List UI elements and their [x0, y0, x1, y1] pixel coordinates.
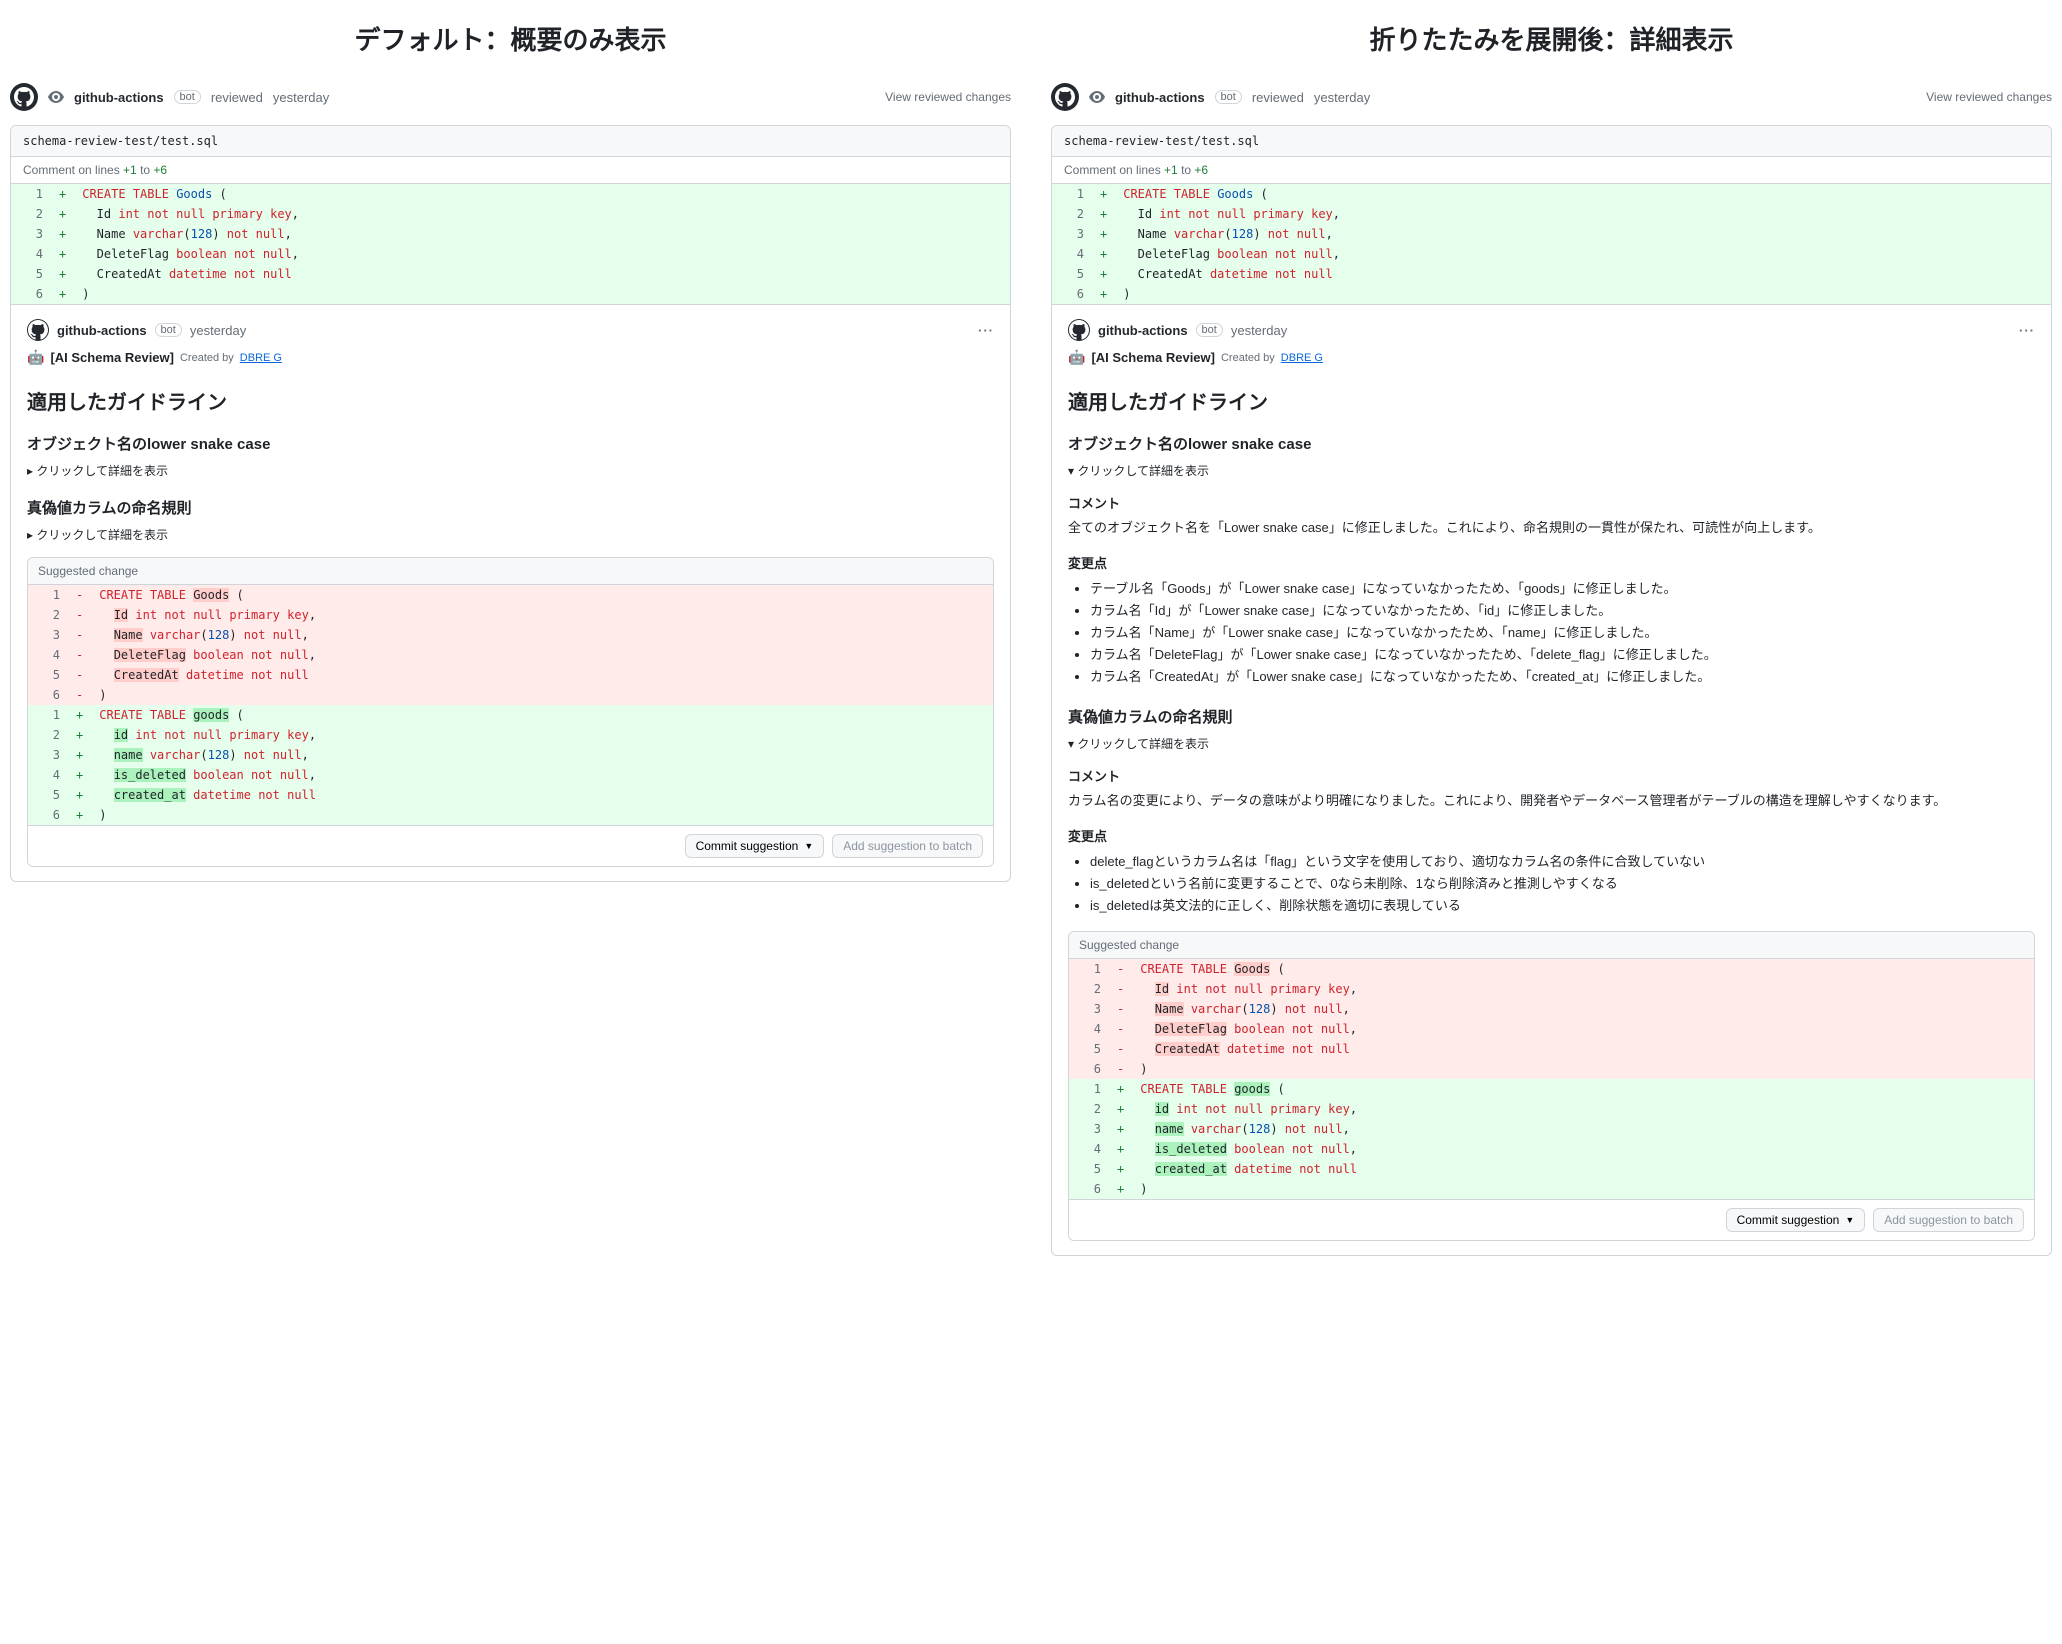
rule1-bullets: テーブル名「Goods」が「Lower snake case」になっていなかった…: [1068, 578, 2035, 688]
line-range: Comment on lines +1 to +6: [1052, 157, 2051, 184]
kebab-menu-icon[interactable]: ···: [2019, 323, 2035, 338]
list-item: delete_flagというカラム名は「flag」という文字を使用しており、適切…: [1090, 851, 2035, 873]
rule1-comment: 全てのオブジェクト名を「Lower snake case」に修正しました。これに…: [1068, 518, 2035, 539]
rule2-heading: 真偽値カラムの命名規則: [27, 497, 994, 518]
list-item: is_deletedという名前に変更することで、0なら未削除、1なら削除済みと推…: [1090, 873, 2035, 895]
review-header: github-actions bot reviewed yesterday Vi…: [10, 77, 1011, 117]
comment-actor[interactable]: github-actions: [1098, 323, 1188, 338]
rule2-heading: 真偽値カラムの命名規則: [1068, 706, 2035, 727]
rule1-heading: オブジェクト名のlower snake case: [27, 433, 994, 454]
github-avatar-icon: [27, 319, 49, 341]
review-time: yesterday: [273, 90, 329, 105]
comment-subheading: コメント: [1068, 493, 2035, 512]
file-path[interactable]: schema-review-test/test.sql: [1052, 126, 2051, 157]
robot-icon: 🤖: [1068, 349, 1085, 366]
caret-down-icon: ▼: [804, 841, 813, 851]
list-item: カラム名「Name」が「Lower snake case」になっていなかったため…: [1090, 622, 2035, 644]
eye-icon: [48, 89, 64, 105]
disclosure-rule2[interactable]: クリックして詳細を表示: [27, 526, 994, 543]
commit-suggestion-button[interactable]: Commit suggestion▼: [1726, 1208, 1866, 1232]
github-avatar-icon: [10, 83, 38, 111]
review-comment: github-actions bot yesterday ··· 🤖 [AI S…: [11, 304, 1010, 881]
suggest-diff: 1-CREATE TABLE Goods (2- Id int not null…: [1069, 959, 2034, 1199]
rule2-comment: カラム名の変更により、データの意味がより明確になりました。これにより、開発者やデ…: [1068, 791, 2035, 812]
view-changes-link[interactable]: View reviewed changes: [885, 90, 1011, 104]
eye-icon: [1089, 89, 1105, 105]
caret-down-icon: ▼: [1845, 1215, 1854, 1225]
review-title: [AI Schema Review]: [1091, 350, 1215, 365]
original-diff: 1+CREATE TABLE Goods (2+ Id int not null…: [1052, 184, 2051, 304]
file-box: schema-review-test/test.sql Comment on l…: [1051, 125, 2052, 1256]
changes-subheading: 変更点: [1068, 826, 2035, 845]
list-item: カラム名「DeleteFlag」が「Lower snake case」になってい…: [1090, 644, 2035, 666]
bot-badge: bot: [1196, 323, 1223, 337]
right-panel: 折りたたみを展開後：詳細表示 github-actions bot review…: [1051, 20, 2052, 1256]
suggested-change-box: Suggested change 1-CREATE TABLE Goods (2…: [1068, 931, 2035, 1241]
github-avatar-icon: [1051, 83, 1079, 111]
comment-subheading: コメント: [1068, 766, 2035, 785]
add-to-batch-button[interactable]: Add suggestion to batch: [1873, 1208, 2024, 1232]
comment-time: yesterday: [190, 323, 246, 338]
suggest-diff: 1-CREATE TABLE Goods (2- Id int not null…: [28, 585, 993, 825]
add-to-batch-button[interactable]: Add suggestion to batch: [832, 834, 983, 858]
actor-name[interactable]: github-actions: [1115, 90, 1205, 105]
bot-badge: bot: [155, 323, 182, 337]
comment-actor[interactable]: github-actions: [57, 323, 147, 338]
changes-subheading: 変更点: [1068, 553, 2035, 572]
file-path[interactable]: schema-review-test/test.sql: [11, 126, 1010, 157]
robot-icon: 🤖: [27, 349, 44, 366]
review-comment: github-actions bot yesterday ··· 🤖 [AI S…: [1052, 304, 2051, 1255]
created-by-link[interactable]: DBRE G: [240, 352, 282, 364]
rule1-heading: オブジェクト名のlower snake case: [1068, 433, 2035, 454]
suggested-change-label: Suggested change: [28, 558, 993, 585]
line-range: Comment on lines +1 to +6: [11, 157, 1010, 184]
created-by-link[interactable]: DBRE G: [1281, 352, 1323, 364]
comment-time: yesterday: [1231, 323, 1287, 338]
kebab-menu-icon[interactable]: ···: [978, 323, 994, 338]
list-item: カラム名「CreatedAt」が「Lower snake case」になっていな…: [1090, 666, 2035, 688]
original-diff: 1+CREATE TABLE Goods (2+ Id int not null…: [11, 184, 1010, 304]
review-header: github-actions bot reviewed yesterday Vi…: [1051, 77, 2052, 117]
review-action: reviewed: [211, 90, 263, 105]
file-box: schema-review-test/test.sql Comment on l…: [10, 125, 1011, 882]
created-by-label: Created by: [1221, 352, 1275, 364]
applied-guidelines-heading: 適用したガイドライン: [27, 386, 994, 415]
list-item: is_deletedは英文法的に正しく、削除状態を適切に表現している: [1090, 895, 2035, 917]
list-item: テーブル名「Goods」が「Lower snake case」になっていなかった…: [1090, 578, 2035, 600]
view-changes-link[interactable]: View reviewed changes: [1926, 90, 2052, 104]
created-by-label: Created by: [180, 352, 234, 364]
commit-suggestion-button[interactable]: Commit suggestion▼: [685, 834, 825, 858]
review-action: reviewed: [1252, 90, 1304, 105]
left-panel: デフォルト：概要のみ表示 github-actions bot reviewed…: [10, 20, 1011, 1256]
applied-guidelines-heading: 適用したガイドライン: [1068, 386, 2035, 415]
left-title: デフォルト：概要のみ表示: [10, 20, 1011, 57]
suggested-change-label: Suggested change: [1069, 932, 2034, 959]
github-avatar-icon: [1068, 319, 1090, 341]
review-title: [AI Schema Review]: [50, 350, 174, 365]
bot-badge: bot: [1215, 90, 1242, 104]
bot-badge: bot: [174, 90, 201, 104]
list-item: カラム名「Id」が「Lower snake case」になっていなかったため、「…: [1090, 600, 2035, 622]
actor-name[interactable]: github-actions: [74, 90, 164, 105]
rule2-bullets: delete_flagというカラム名は「flag」という文字を使用しており、適切…: [1068, 851, 2035, 917]
disclosure-rule1[interactable]: クリックして詳細を表示: [27, 462, 994, 479]
right-title: 折りたたみを展開後：詳細表示: [1051, 20, 2052, 57]
suggested-change-box: Suggested change 1-CREATE TABLE Goods (2…: [27, 557, 994, 867]
disclosure-rule1[interactable]: クリックして詳細を表示: [1068, 462, 2035, 479]
review-time: yesterday: [1314, 90, 1370, 105]
disclosure-rule2[interactable]: クリックして詳細を表示: [1068, 735, 2035, 752]
